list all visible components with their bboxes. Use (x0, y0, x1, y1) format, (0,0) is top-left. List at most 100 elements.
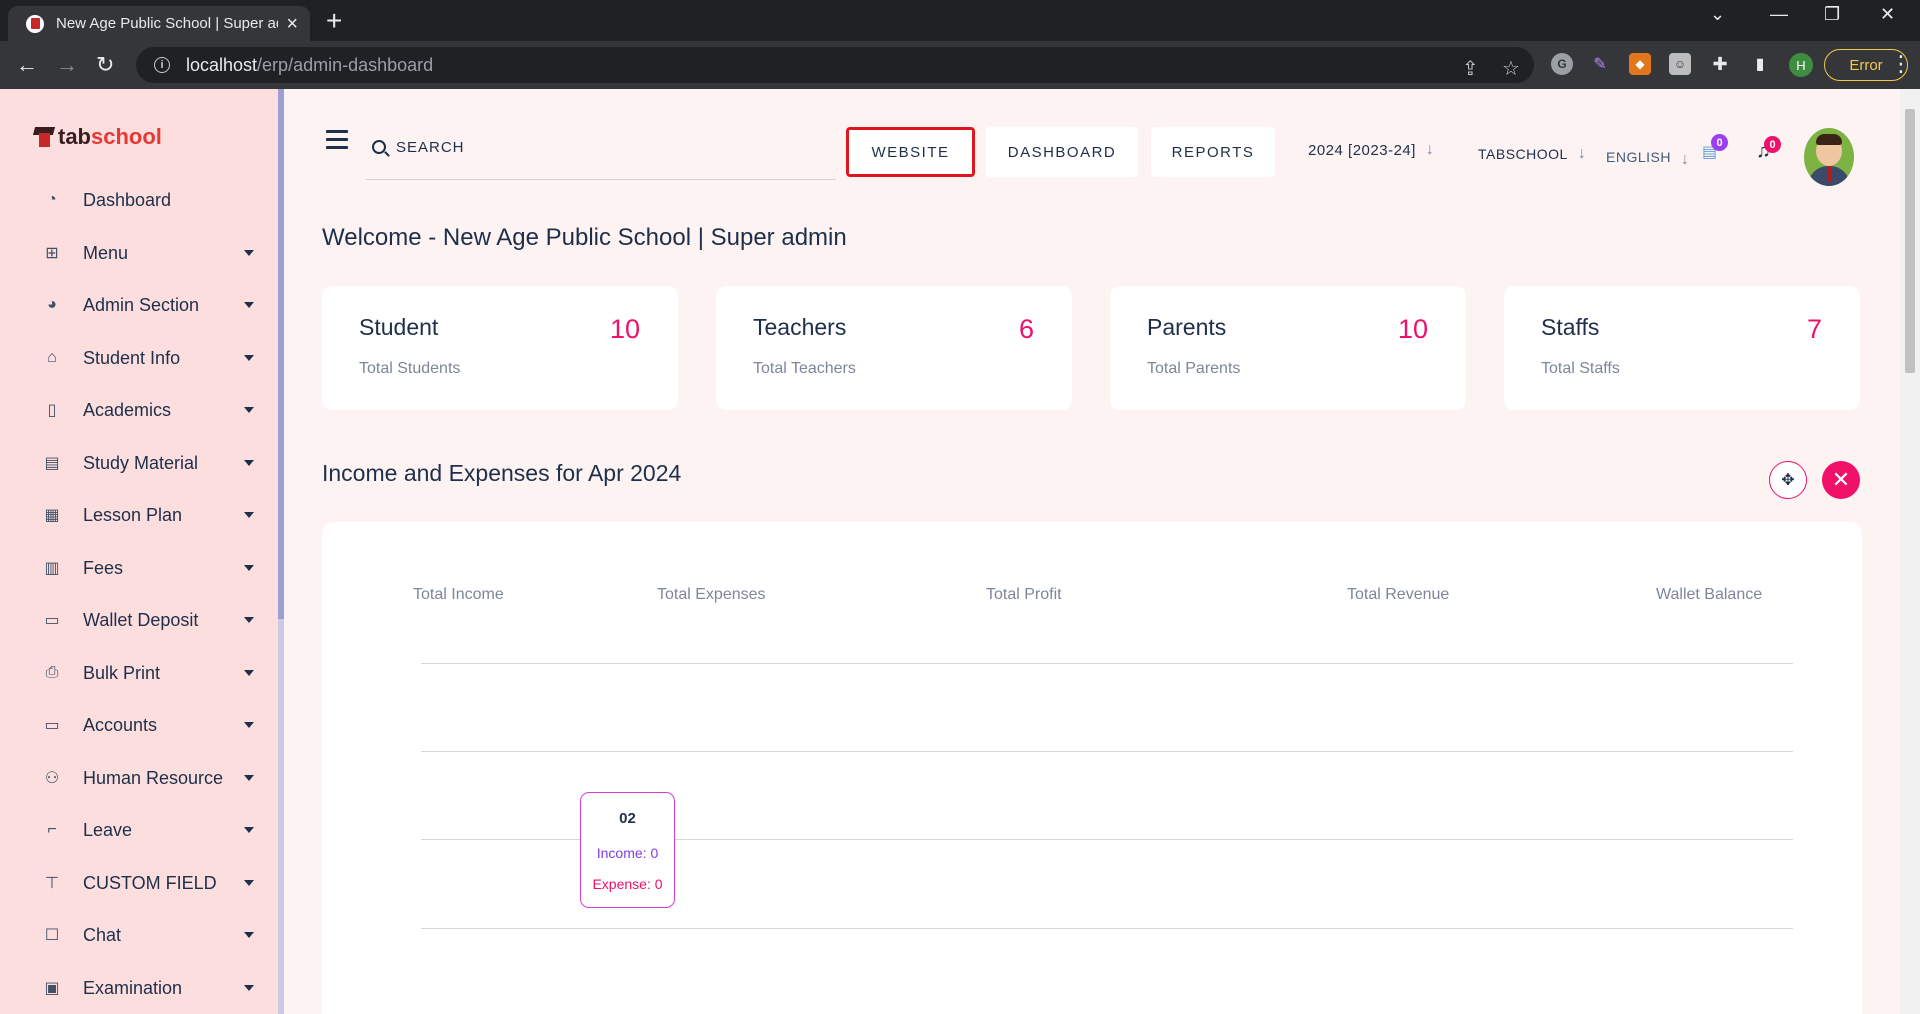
search-input[interactable] (396, 136, 816, 158)
browser-menu-icon[interactable]: ⋮ (1890, 51, 1912, 77)
browser-profile-avatar[interactable]: H (1789, 53, 1813, 77)
chart-grid-line (421, 663, 1793, 664)
tooltip-expense: Expense: 0 (592, 876, 663, 892)
graduation-cap-icon (34, 125, 54, 149)
move-widget-button[interactable]: ✥ (1769, 461, 1807, 499)
chevron-down-icon (244, 512, 254, 518)
share-icon[interactable]: ⇪ (1462, 56, 1479, 81)
grammarly-extension-icon[interactable]: G (1551, 53, 1573, 75)
calendar-edit-icon: ▦ (44, 507, 60, 524)
school-select[interactable]: TABSCHOOL ↓ (1478, 145, 1586, 163)
logo-text-school: school (91, 124, 162, 149)
messages-badge: 0 (1711, 134, 1728, 151)
browser-titlebar: New Age Public School | Super admin × + … (0, 0, 1920, 41)
sidebar-scrollbar-thumb[interactable] (278, 89, 284, 619)
reload-icon[interactable]: ↻ (96, 51, 114, 79)
chevron-down-icon (244, 250, 254, 256)
page-scrollbar-thumb[interactable] (1905, 109, 1915, 373)
window-close-icon[interactable]: ✕ (1880, 4, 1895, 25)
sidebar-item-label: Accounts (83, 714, 158, 735)
dashboard-icon: ◔ (47, 191, 57, 208)
sidebar-item-menu[interactable]: ⊞ Menu (0, 233, 278, 273)
profile-extension-icon[interactable]: ☺ (1669, 53, 1691, 75)
legend-wallet-balance[interactable]: Wallet Balance (1656, 586, 1762, 604)
sidebar-item-examination[interactable]: ▣ Examination (0, 968, 278, 1008)
staffs-stat-card[interactable]: Staffs Total Staffs 7 (1504, 286, 1860, 410)
website-button[interactable]: WEBSITE (846, 127, 975, 177)
book-icon: ▯ (47, 402, 57, 419)
stat-subtitle: Total Parents (1147, 360, 1241, 377)
chart-tooltip: 02 Income: 0 Expense: 0 (580, 792, 675, 908)
chevron-down-icon (244, 775, 254, 781)
reports-button[interactable]: REPORTS (1151, 127, 1275, 177)
sidebar-item-leave[interactable]: ⌐ Leave (0, 810, 278, 850)
sidebar-item-academics[interactable]: ▯ Academics (0, 390, 278, 430)
tooltip-day: 02 (619, 810, 636, 827)
feather-extension-icon[interactable]: ✎ (1589, 53, 1611, 75)
sidebar-item-custom-field[interactable]: ⊤ CUSTOM FIELD (0, 863, 278, 903)
bookmark-star-icon[interactable]: ☆ (1502, 56, 1520, 81)
legend-total-income[interactable]: Total Income (413, 586, 504, 604)
sidebar-item-admin-section[interactable]: ◕ Admin Section (0, 285, 278, 325)
arrow-down-icon: ↓ (1577, 145, 1587, 162)
tab-search-icon[interactable]: ⌄ (1710, 4, 1725, 25)
school-logo[interactable]: tab school (34, 124, 162, 150)
legend-total-profit[interactable]: Total Profit (986, 586, 1062, 604)
metamask-extension-icon[interactable]: ◆ (1629, 53, 1651, 75)
grid-icon: ⊞ (45, 245, 59, 262)
legend-total-expenses[interactable]: Total Expenses (657, 586, 766, 604)
side-panel-icon[interactable]: ▮ (1749, 53, 1771, 75)
sidebar-item-label: Bulk Print (83, 662, 161, 683)
language-select[interactable]: ENGLISH ↓ (1606, 145, 1689, 169)
sidebar-item-lesson-plan[interactable]: ▦ Lesson Plan (0, 495, 278, 535)
school-value: TABSCHOOL (1478, 146, 1568, 162)
pie-chart-icon: ◕ (47, 296, 57, 313)
forward-icon[interactable]: → (56, 51, 78, 79)
sidebar-item-student-info[interactable]: ⌂ Student Info (0, 338, 278, 378)
student-stat-card[interactable]: Student Total Students 10 (322, 286, 678, 410)
close-widget-button[interactable]: ✕ (1822, 461, 1860, 499)
sidebar-item-bulk-print[interactable]: ⎙ Bulk Print (0, 653, 278, 693)
address-bar[interactable]: i localhost/erp/admin-dashboard ⇪ ☆ (136, 47, 1534, 83)
stat-title: Student (359, 314, 439, 340)
stat-title: Parents (1147, 314, 1227, 340)
session-select[interactable]: 2024 [2023-24] ↓ (1308, 141, 1434, 159)
chevron-down-icon (244, 985, 254, 991)
sidebar-scrollbar[interactable] (278, 89, 284, 1014)
sidebar-item-label: Admin Section (83, 294, 200, 315)
teachers-stat-card[interactable]: Teachers Total Teachers 6 (716, 286, 1072, 410)
site-info-icon[interactable]: i (154, 57, 170, 73)
sidebar-item-chat[interactable]: ☐ Chat (0, 915, 278, 955)
new-tab-icon[interactable]: + (326, 6, 342, 36)
restore-icon[interactable]: ❐ (1824, 4, 1840, 25)
extensions-puzzle-icon[interactable]: ✚ (1709, 53, 1731, 75)
chevron-down-icon (244, 302, 254, 308)
graduation-icon: ⌂ (47, 349, 57, 366)
page-scrollbar[interactable] (1900, 89, 1920, 1014)
favicon-icon (26, 14, 44, 33)
browser-tab[interactable]: New Age Public School | Super admin × (8, 6, 310, 41)
sidebar-item-accounts[interactable]: ▭ Accounts (0, 705, 278, 745)
chevron-down-icon (244, 670, 254, 676)
stat-value: 10 (1397, 314, 1428, 344)
bed-icon: ⌐ (47, 821, 57, 838)
sidebar-item-human-resource[interactable]: ⚇ Human Resource (0, 758, 278, 798)
stat-value: 6 (1018, 314, 1034, 344)
tab-close-icon[interactable]: × (286, 14, 298, 34)
sidebar-item-fees[interactable]: ▥ Fees (0, 548, 278, 588)
sidebar-item-dashboard[interactable]: ◔ Dashboard (0, 180, 278, 220)
hamburger-menu-icon[interactable] (326, 130, 348, 154)
stat-value: 7 (1806, 314, 1822, 344)
sidebar-item-study-material[interactable]: ▤ Study Material (0, 443, 278, 483)
back-icon[interactable]: ← (16, 51, 38, 79)
search-box (366, 132, 836, 180)
minimize-icon[interactable]: — (1770, 4, 1788, 25)
sidebar-item-wallet-deposit[interactable]: ▭ Wallet Deposit (0, 600, 278, 640)
chevron-down-icon (244, 880, 254, 886)
user-avatar[interactable] (1804, 128, 1854, 186)
legend-total-revenue[interactable]: Total Revenue (1347, 586, 1449, 604)
dashboard-button[interactable]: DASHBOARD (986, 127, 1138, 177)
parents-stat-card[interactable]: Parents Total Parents 10 (1110, 286, 1466, 410)
printer-icon: ⎙ (45, 664, 59, 681)
income-expenses-chart (322, 522, 1862, 1014)
